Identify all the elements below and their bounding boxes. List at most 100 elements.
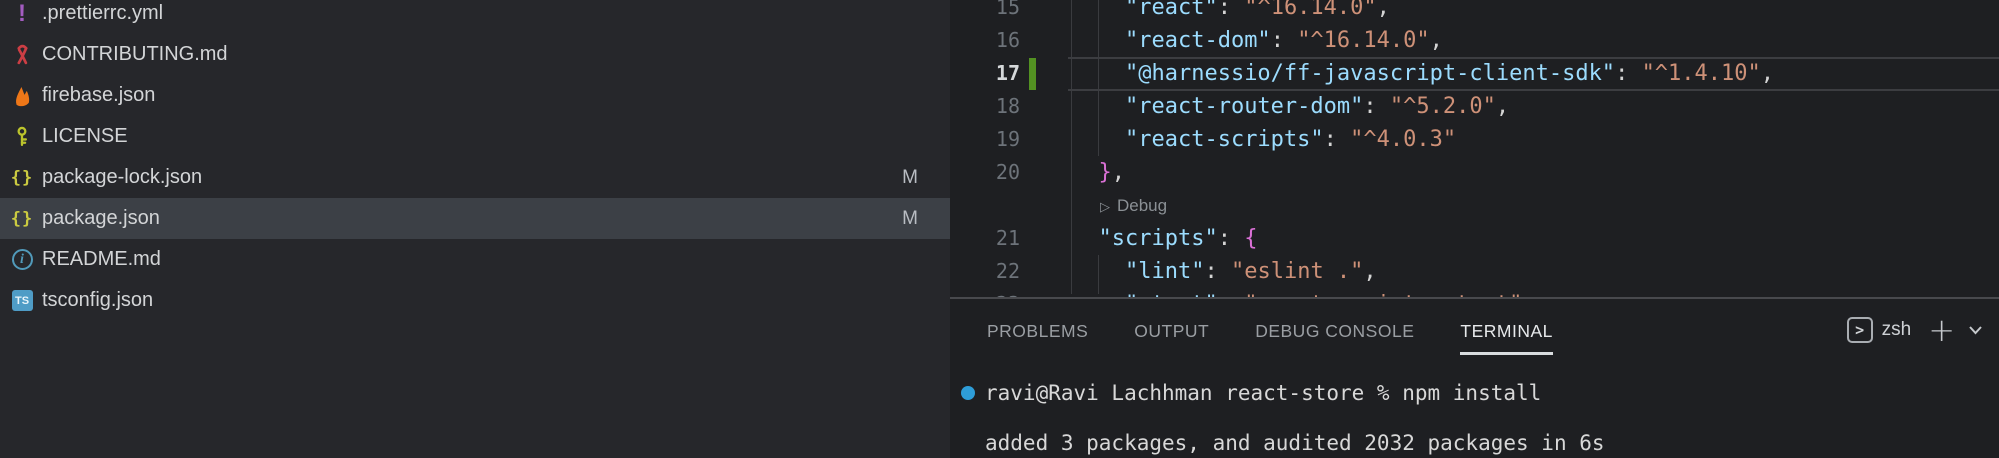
file-row[interactable]: LICENSE [0, 116, 950, 157]
json-icon: {} [8, 205, 36, 233]
code-line-text: "lint": "eslint .", [1072, 255, 1377, 288]
file-row[interactable]: TS tsconfig.json [0, 280, 950, 321]
code-token: "react-dom" [1125, 28, 1271, 53]
code-token [1231, 0, 1244, 20]
prettier-glyph: ! [18, 2, 26, 26]
codelens-label: Debug [1117, 196, 1167, 215]
code-line[interactable]: 16 "react-dom": "^16.14.0", [950, 24, 1999, 57]
code-token [1072, 0, 1125, 20]
line-number: 23 [950, 288, 1020, 297]
file-name: LICENSE [42, 125, 128, 148]
debug-codelens[interactable]: ▷ Debug [1100, 189, 1167, 222]
run-triangle-icon: ▷ [1100, 199, 1110, 214]
file-name: tsconfig.json [42, 289, 153, 312]
line-number: 16 [950, 24, 1020, 57]
file-row[interactable]: i README.md [0, 239, 950, 280]
flame-icon [8, 82, 36, 110]
panel-tab-terminal[interactable]: TERMINAL [1460, 321, 1552, 355]
ts-icon: TS [8, 287, 36, 315]
shell-selector[interactable]: > zsh [1847, 317, 1912, 343]
editor-area[interactable]: 15 "react": "^16.14.0",16 "react-dom": "… [950, 0, 1999, 297]
code-token: : [1363, 94, 1376, 119]
prettier-icon: ! [8, 0, 36, 28]
code-token: , [1112, 160, 1125, 185]
code-token: : [1271, 28, 1284, 53]
line-number: 22 [950, 255, 1020, 288]
line-number: 18 [950, 90, 1020, 123]
git-modified-badge: M [896, 167, 924, 189]
code-line-text: "react-scripts": "^4.0.3" [1072, 123, 1456, 156]
file-row[interactable]: CONTRIBUTING.md [0, 34, 950, 75]
new-terminal-button[interactable]: + [1928, 317, 1955, 343]
code-token [1072, 226, 1099, 251]
panel-tab-debug-console[interactable]: DEBUG CONSOLE [1255, 321, 1414, 355]
terminal-line: added 3 packages, and audited 2032 packa… [985, 430, 1605, 456]
file-name: package-lock.json [42, 166, 202, 189]
file-row[interactable]: firebase.json [0, 75, 950, 116]
line-number: 19 [950, 123, 1020, 156]
panel-tab-bar: PROBLEMS OUTPUT DEBUG CONSOLE TERMINAL [987, 321, 1553, 355]
vscode-window: ! .prettierrc.yml CONTRIBUTING.md firebase.… [0, 0, 1999, 458]
code-token: "^16.14.0" [1297, 28, 1429, 53]
code-token [1337, 127, 1350, 152]
code-line-text: "scripts": { [1072, 222, 1257, 255]
code-token: "^16.14.0" [1244, 0, 1376, 20]
panel-controls: > zsh + [1847, 315, 1983, 345]
code-token [1072, 61, 1125, 86]
file-name: README.md [42, 248, 161, 271]
code-line[interactable]: 17 "@harnessio/ff-javascript-client-sdk"… [950, 57, 1999, 90]
json-glyph: {} [11, 209, 33, 229]
line-number: 15 [950, 0, 1020, 24]
code-token: "^1.4.10" [1642, 61, 1761, 86]
code-line-text: "react": "^16.14.0", [1072, 0, 1390, 24]
file-name: CONTRIBUTING.md [42, 43, 228, 66]
code-token: "^5.2.0" [1390, 94, 1496, 119]
code-token [1218, 259, 1231, 284]
code-token: , [1377, 0, 1390, 20]
code-token: : [1218, 226, 1231, 251]
panel-tab-problems[interactable]: PROBLEMS [987, 321, 1088, 355]
file-row[interactable]: ! .prettierrc.yml [0, 0, 950, 34]
code-line[interactable]: 22 "lint": "eslint .", [950, 255, 1999, 288]
code-token: , [1761, 61, 1774, 86]
code-line[interactable]: 15 "react": "^16.14.0", [950, 0, 1999, 24]
code-token: "lint" [1125, 259, 1204, 284]
file-name: firebase.json [42, 84, 155, 107]
code-line[interactable]: 23 "start": "react-scripts start", [950, 288, 1999, 297]
code-line-text: "react-router-dom": "^5.2.0", [1072, 90, 1509, 123]
command-decoration-icon[interactable] [961, 386, 975, 400]
code-line[interactable]: 18 "react-router-dom": "^5.2.0", [950, 90, 1999, 123]
terminal-line: ravi@Ravi Lachhman react-store % npm ins… [985, 380, 1541, 406]
file-name: package.json [42, 207, 160, 230]
terminal-icon: > [1847, 317, 1873, 343]
code-token [1072, 160, 1099, 185]
ribbon-icon [8, 41, 36, 69]
panel-tab-output[interactable]: OUTPUT [1134, 321, 1209, 355]
code-token: "@harnessio/ff-javascript-client-sdk" [1125, 61, 1615, 86]
bottom-panel: PROBLEMS OUTPUT DEBUG CONSOLE TERMINAL > zs… [950, 297, 1999, 458]
line-number: 21 [950, 222, 1020, 255]
code-token: : [1615, 61, 1628, 86]
code-line[interactable]: 20 }, [950, 156, 1999, 189]
code-line[interactable]: 19 "react-scripts": "^4.0.3" [950, 123, 1999, 156]
code-token [1377, 94, 1390, 119]
code-token: "react" [1125, 0, 1218, 20]
file-row[interactable]: {} package-lock.json M [0, 157, 950, 198]
line-number: 17 [950, 57, 1020, 90]
info-glyph: i [12, 249, 33, 270]
code-token [1072, 127, 1125, 152]
json-glyph: {} [11, 168, 33, 188]
code-line-text: }, [1072, 156, 1125, 189]
info-icon: i [8, 246, 36, 274]
code-token: "eslint ." [1231, 259, 1363, 284]
chevron-down-icon[interactable] [1968, 325, 1983, 335]
file-row[interactable]: {}package.jsonM [0, 198, 950, 239]
line-number: 20 [950, 156, 1020, 189]
key-icon [8, 123, 36, 151]
json-icon: {} [8, 164, 36, 192]
code-line[interactable]: 21 "scripts": { [950, 222, 1999, 255]
code-line-text: "start": "react-scripts start", [1072, 288, 1536, 297]
code-token: : [1204, 259, 1217, 284]
code-token: "react-scripts" [1125, 127, 1324, 152]
file-name: .prettierrc.yml [42, 2, 163, 25]
